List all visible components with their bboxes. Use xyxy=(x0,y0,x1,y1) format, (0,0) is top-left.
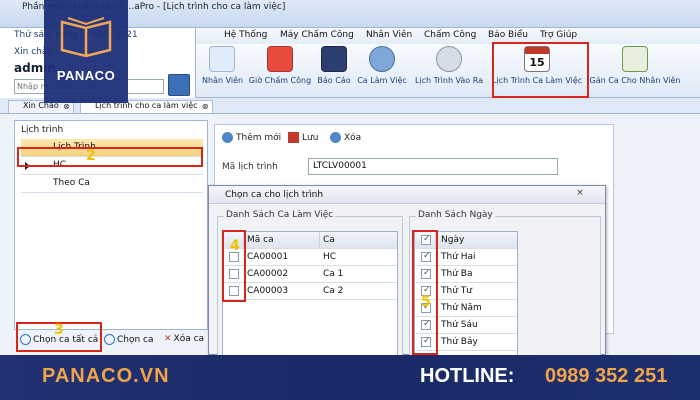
website-text: PANACO.VN xyxy=(42,365,170,387)
dialog-title: Chọn ca cho lịch trình xyxy=(225,190,324,200)
ribbon-assign-shift-button[interactable]: Gán Ca Cho Nhân Viên xyxy=(588,46,682,96)
shift-row[interactable]: CA00002 Ca 1 xyxy=(223,266,397,283)
close-icon[interactable]: × xyxy=(569,188,591,201)
book-logo-icon xyxy=(60,17,112,58)
new-button[interactable]: Thêm mới xyxy=(222,132,281,143)
menu-system[interactable]: Hệ Thống xyxy=(224,30,267,40)
delete-icon xyxy=(330,132,341,143)
hotline-number: 0989 352 251 xyxy=(545,365,668,387)
logo-text: PANACO xyxy=(56,68,116,83)
schedule-list-title: Lịch trình xyxy=(21,125,64,135)
assign-shift-icon xyxy=(622,46,648,72)
shift-grid: Mã ca Ca CA00001 HC CA00002 Ca 1 CA00003 xyxy=(222,231,398,355)
ribbon-attendance-time-button[interactable]: Giờ Chấm Công xyxy=(248,46,312,96)
highlight-box-day-checkboxes xyxy=(412,230,438,355)
day-list-title: Danh Sách Ngày xyxy=(416,210,495,220)
tab-close-icon[interactable]: ⊗ xyxy=(202,102,209,111)
step-marker: 3 xyxy=(54,322,64,338)
save-button[interactable]: Lưu xyxy=(288,132,318,143)
hotline-label: HOTLINE: xyxy=(420,365,515,387)
shift-grid-header: Mã ca Ca xyxy=(223,232,397,249)
dialog-title-bar: Chọn ca cho lịch trình × xyxy=(209,186,605,204)
user-icon[interactable] xyxy=(168,74,190,96)
shift-list-title: Danh Sách Ca Làm Việc xyxy=(224,210,336,220)
step-marker: 5 xyxy=(421,294,431,310)
report-icon xyxy=(321,46,347,72)
employees-icon xyxy=(209,46,235,72)
save-icon xyxy=(288,132,299,143)
panaco-logo: PANACO xyxy=(44,0,128,103)
select-shift-dialog: Chọn ca cho lịch trình × Danh Sách Ca Là… xyxy=(208,185,606,355)
ribbon: Nhân Viên Giờ Chấm Công Báo Cáo Ca Làm V… xyxy=(196,44,700,98)
alarm-clock-icon xyxy=(369,46,395,72)
ribbon-shift-button[interactable]: Ca Làm Việc xyxy=(356,46,408,96)
ribbon-report-button[interactable]: Báo Cáo xyxy=(316,46,352,96)
step-marker: 4 xyxy=(230,238,240,254)
select-icon xyxy=(104,334,115,345)
add-icon xyxy=(222,132,233,143)
schedule-code-field[interactable]: LTCLV00001 xyxy=(308,158,558,175)
shift-row[interactable]: CA00003 Ca 2 xyxy=(223,283,397,300)
menu-employees[interactable]: Nhân Viên xyxy=(366,30,412,40)
highlight-box-schedule-row xyxy=(17,147,203,167)
ribbon-inout-schedule-button[interactable]: Lịch Trình Vào Ra xyxy=(412,46,486,96)
x-icon: ✕ xyxy=(164,334,172,344)
menu-help[interactable]: Trợ Giúp xyxy=(540,30,577,40)
menu-attendance-machine[interactable]: Máy Chấm Công xyxy=(280,30,354,40)
tab-close-icon[interactable]: ⊗ xyxy=(63,102,70,111)
app-window: Phần mềm chấm công ...aPro - [Lịch trình… xyxy=(0,0,700,355)
delete-button[interactable]: Xóa xyxy=(330,132,361,143)
ribbon-employees-button[interactable]: Nhân Viên xyxy=(202,46,243,96)
delete-shift-button[interactable]: ✕ Xóa ca xyxy=(164,334,204,344)
highlight-box-ribbon xyxy=(492,42,589,98)
promo-footer: PANACO.VN HOTLINE: 0989 352 251 xyxy=(0,355,700,400)
schedule-code-label: Mã lịch trình xyxy=(222,162,278,172)
clock-icon xyxy=(436,46,462,72)
menu-reports[interactable]: Báo Biểu xyxy=(488,30,528,40)
menu-bar: Hệ Thống Máy Chấm Công Nhân Viên Chấm Cô… xyxy=(196,28,700,44)
select-shift-button[interactable]: Chọn ca xyxy=(104,334,154,345)
schedule-row-theo-ca[interactable]: Theo Ca xyxy=(21,175,203,193)
step-marker: 2 xyxy=(86,148,96,164)
shift-row[interactable]: CA00001 HC xyxy=(223,249,397,266)
menu-attendance[interactable]: Chấm Công xyxy=(424,30,476,40)
people-clock-icon xyxy=(267,46,293,72)
